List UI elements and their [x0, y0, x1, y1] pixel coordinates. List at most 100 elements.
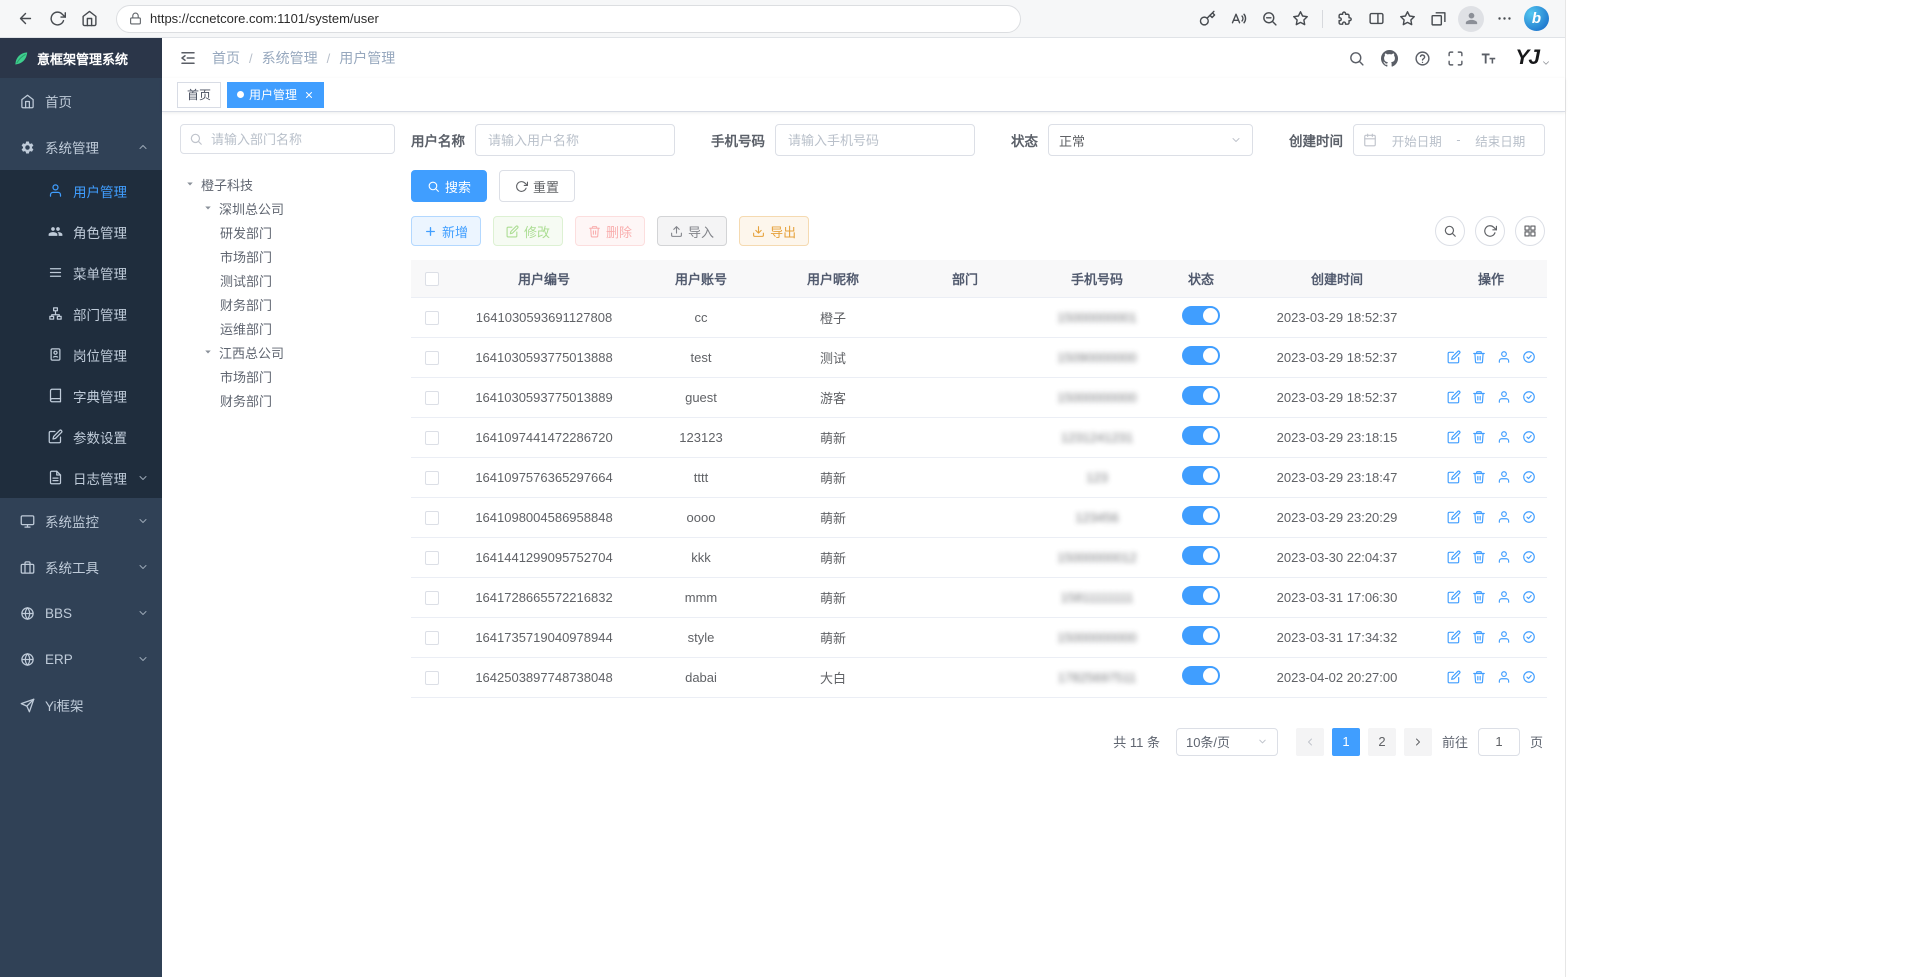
row-delete-button[interactable]: [1471, 429, 1487, 445]
tag[interactable]: 用户管理: [227, 82, 324, 108]
status-toggle[interactable]: [1182, 386, 1220, 405]
column-header[interactable]: 状态: [1163, 260, 1239, 297]
tree-node[interactable]: 江西总公司: [180, 340, 395, 364]
select-all-checkbox[interactable]: [425, 272, 439, 286]
row-delete-button[interactable]: [1471, 629, 1487, 645]
column-header[interactable]: 用户昵称: [767, 260, 899, 297]
phone-input[interactable]: [775, 124, 975, 156]
row-checkbox[interactable]: [425, 311, 439, 325]
fullscreen-icon[interactable]: [1441, 44, 1470, 73]
row-reset-password-button[interactable]: [1496, 669, 1512, 685]
password-key-icon[interactable]: [1192, 4, 1222, 34]
dept-search-input[interactable]: [180, 124, 395, 154]
bing-icon[interactable]: b: [1524, 6, 1549, 31]
row-delete-button[interactable]: [1471, 669, 1487, 685]
status-toggle[interactable]: [1182, 666, 1220, 685]
user-menu[interactable]: YJ: [1515, 45, 1551, 70]
row-edit-button[interactable]: [1446, 349, 1462, 365]
page-jump-input[interactable]: [1478, 728, 1520, 756]
sidebar-item[interactable]: 系统工具: [0, 544, 162, 590]
browser-more-icon[interactable]: [1489, 4, 1519, 34]
row-checkbox[interactable]: [425, 511, 439, 525]
tree-node[interactable]: 市场部门: [180, 244, 395, 268]
row-checkbox[interactable]: [425, 471, 439, 485]
page-number-button[interactable]: 2: [1368, 728, 1396, 756]
status-toggle[interactable]: [1182, 626, 1220, 645]
header-search-icon[interactable]: [1342, 44, 1371, 73]
row-checkbox[interactable]: [425, 591, 439, 605]
status-toggle[interactable]: [1182, 586, 1220, 605]
tree-node[interactable]: 橙子科技: [180, 172, 395, 196]
tree-node[interactable]: 研发部门: [180, 220, 395, 244]
row-delete-button[interactable]: [1471, 349, 1487, 365]
sidebar-item[interactable]: 参数设置: [0, 416, 162, 457]
sidebar-item[interactable]: 角色管理: [0, 211, 162, 252]
row-edit-button[interactable]: [1446, 509, 1462, 525]
breadcrumb-item[interactable]: 系统管理: [262, 48, 318, 68]
delete-button[interactable]: 删除: [575, 216, 645, 246]
row-assign-role-button[interactable]: [1521, 389, 1537, 405]
toggle-search-button[interactable]: [1435, 216, 1465, 246]
row-reset-password-button[interactable]: [1496, 469, 1512, 485]
browser-refresh-button[interactable]: [42, 4, 72, 34]
sidebar-item[interactable]: ERP: [0, 636, 162, 682]
font-size-icon[interactable]: [1474, 44, 1503, 73]
sidebar-item[interactable]: 用户管理: [0, 170, 162, 211]
sidebar-item[interactable]: 字典管理: [0, 375, 162, 416]
tree-node[interactable]: 运维部门: [180, 316, 395, 340]
browser-back-button[interactable]: [10, 4, 40, 34]
prev-page-button[interactable]: [1296, 728, 1324, 756]
row-edit-button[interactable]: [1446, 549, 1462, 565]
sidebar-item[interactable]: 系统监控: [0, 498, 162, 544]
import-button[interactable]: 导入: [657, 216, 727, 246]
row-reset-password-button[interactable]: [1496, 429, 1512, 445]
sidebar-item[interactable]: 系统管理: [0, 124, 162, 170]
tree-node[interactable]: 财务部门: [180, 388, 395, 412]
favorites-bar-icon[interactable]: [1392, 4, 1422, 34]
page-number-button[interactable]: 1: [1332, 728, 1360, 756]
row-assign-role-button[interactable]: [1521, 629, 1537, 645]
row-reset-password-button[interactable]: [1496, 389, 1512, 405]
sidebar-item[interactable]: 岗位管理: [0, 334, 162, 375]
row-assign-role-button[interactable]: [1521, 669, 1537, 685]
row-assign-role-button[interactable]: [1521, 429, 1537, 445]
tree-node[interactable]: 深圳总公司: [180, 196, 395, 220]
column-settings-button[interactable]: [1515, 216, 1545, 246]
row-assign-role-button[interactable]: [1521, 509, 1537, 525]
row-checkbox[interactable]: [425, 431, 439, 445]
refresh-table-button[interactable]: [1475, 216, 1505, 246]
row-reset-password-button[interactable]: [1496, 509, 1512, 525]
tree-node[interactable]: 测试部门: [180, 268, 395, 292]
sidebar-item[interactable]: 日志管理: [0, 457, 162, 498]
row-reset-password-button[interactable]: [1496, 629, 1512, 645]
column-header[interactable]: 创建时间: [1239, 260, 1435, 297]
row-delete-button[interactable]: [1471, 389, 1487, 405]
export-button[interactable]: 导出: [739, 216, 809, 246]
extensions-puzzle-icon[interactable]: [1330, 4, 1360, 34]
sidebar-item[interactable]: 部门管理: [0, 293, 162, 334]
row-assign-role-button[interactable]: [1521, 349, 1537, 365]
status-toggle[interactable]: [1182, 506, 1220, 525]
status-select[interactable]: 正常: [1048, 124, 1253, 156]
row-edit-button[interactable]: [1446, 669, 1462, 685]
page-size-select[interactable]: 10条/页: [1176, 728, 1278, 756]
row-checkbox[interactable]: [425, 551, 439, 565]
row-delete-button[interactable]: [1471, 549, 1487, 565]
sidebar-item[interactable]: 首页: [0, 78, 162, 124]
status-toggle[interactable]: [1182, 306, 1220, 325]
breadcrumb-item[interactable]: 首页: [212, 48, 240, 68]
column-header[interactable]: 部门: [899, 260, 1031, 297]
browser-profile-avatar[interactable]: [1458, 6, 1484, 32]
tree-node[interactable]: 财务部门: [180, 292, 395, 316]
row-assign-role-button[interactable]: [1521, 469, 1537, 485]
breadcrumb-item[interactable]: 用户管理: [339, 48, 395, 68]
help-icon[interactable]: [1408, 44, 1437, 73]
search-button[interactable]: 搜索: [411, 170, 487, 202]
date-range-picker[interactable]: 开始日期 - 结束日期: [1353, 124, 1545, 156]
column-header[interactable]: 用户编号: [453, 260, 635, 297]
row-checkbox[interactable]: [425, 631, 439, 645]
row-checkbox[interactable]: [425, 671, 439, 685]
zoom-out-icon[interactable]: [1254, 4, 1284, 34]
column-header[interactable]: 操作: [1435, 260, 1547, 297]
row-assign-role-button[interactable]: [1521, 549, 1537, 565]
